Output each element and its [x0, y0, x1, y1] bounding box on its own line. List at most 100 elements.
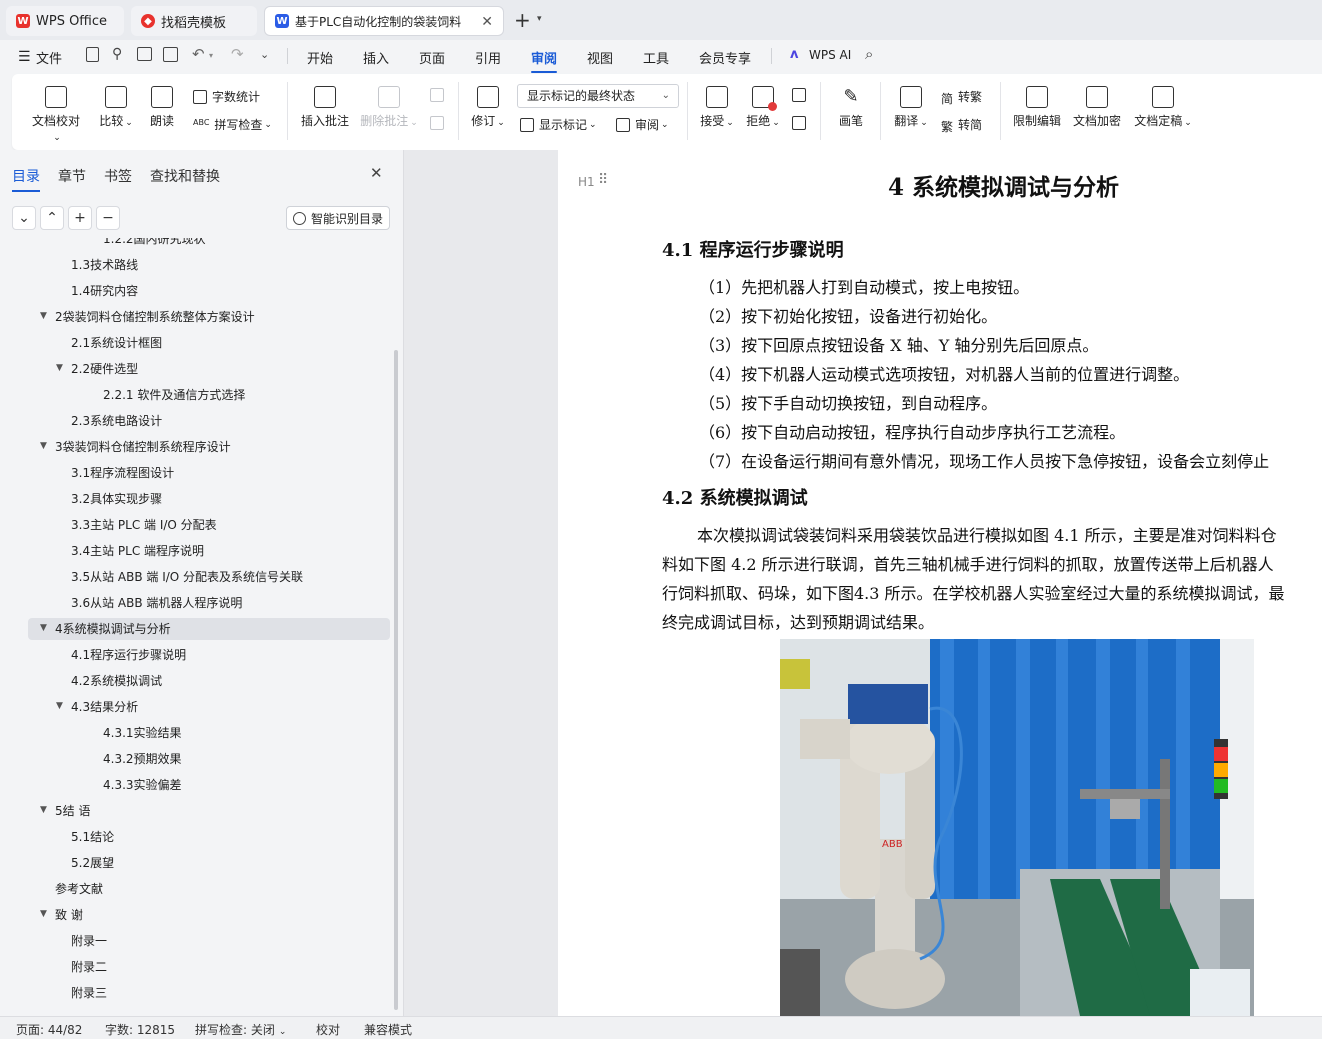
read-aloud-button[interactable]: 朗读: [148, 86, 176, 129]
more-chevron-icon[interactable]: ⌄: [260, 48, 269, 61]
search-icon[interactable]: ⌕: [865, 45, 873, 63]
toc-item[interactable]: 5.1结论: [71, 826, 114, 848]
toc-item[interactable]: 附录二: [71, 956, 107, 978]
toc-item[interactable]: 4.1程序运行步骤说明: [71, 644, 186, 666]
review-pane-button[interactable]: 审阅 ⌄: [616, 116, 669, 133]
smart-toc-button[interactable]: 智能识别目录: [286, 206, 390, 230]
toc-item[interactable]: 3袋装饲料仓储控制系统程序设计: [55, 436, 231, 458]
tab-wps-office[interactable]: W WPS Office: [6, 6, 124, 36]
toc-expand-toggle-icon[interactable]: ▼: [40, 909, 47, 919]
menu-view[interactable]: 视图: [587, 48, 613, 67]
menu-references[interactable]: 引用: [475, 48, 501, 67]
spell-check-status[interactable]: 拼写检查: 关闭 ⌄: [195, 1021, 286, 1038]
figure-robot-photo[interactable]: ABB: [780, 639, 1254, 1016]
heading-marker-icon[interactable]: H1: [578, 175, 595, 189]
translate-button[interactable]: 翻译 ⌄: [892, 86, 930, 129]
toc-item[interactable]: 4.3结果分析: [71, 696, 138, 718]
previous-change-button[interactable]: [792, 88, 811, 102]
redo-icon[interactable]: ↷: [231, 45, 244, 63]
toc-item[interactable]: 1.3技术路线: [71, 254, 138, 276]
reject-button[interactable]: 拒绝 ⌄: [744, 86, 782, 129]
spell-check-button[interactable]: ABC 拼写检查 ⌄: [193, 116, 272, 133]
toc-item[interactable]: 4.3.3实验偏差: [103, 774, 182, 796]
restrict-edit-button[interactable]: 限制编辑: [1012, 86, 1062, 129]
proof-status[interactable]: 校对: [316, 1021, 340, 1038]
toc-expand-toggle-icon[interactable]: ▼: [40, 311, 47, 321]
tab-current-document[interactable]: W 基于PLC自动化控制的袋装饲料 ✕: [264, 6, 504, 36]
toc-item[interactable]: 2.2硬件选型: [71, 358, 138, 380]
toc-item[interactable]: 5结 语: [55, 800, 90, 822]
encrypt-button[interactable]: 文档加密: [1072, 86, 1122, 129]
menu-tools[interactable]: 工具: [643, 48, 669, 67]
toc-expand-toggle-icon[interactable]: ▼: [56, 363, 63, 373]
to-simplified-button[interactable]: 繁 转简: [941, 116, 982, 134]
nav-tab-toc[interactable]: 目录: [12, 166, 40, 192]
next-change-button[interactable]: [792, 116, 811, 130]
to-traditional-button[interactable]: 简 转繁: [941, 88, 982, 106]
markup-state-select[interactable]: 显示标记的最终状态 ⌄: [517, 84, 679, 108]
toc-item[interactable]: 参考文献: [55, 878, 103, 900]
toc-item[interactable]: 1.2.2国内研究现状: [103, 238, 206, 250]
toc-expand-toggle-icon[interactable]: ▼: [40, 623, 47, 633]
collapse-up-button[interactable]: ⌃: [40, 206, 64, 230]
toc-item[interactable]: 附录一: [71, 930, 107, 952]
menu-member[interactable]: 会员专享: [699, 48, 751, 67]
pen-button[interactable]: ✎ 画笔: [834, 86, 868, 129]
menu-home[interactable]: 开始: [307, 48, 333, 67]
compare-button[interactable]: 比较 ⌄: [96, 86, 136, 129]
show-markup-button[interactable]: 显示标记 ⌄: [520, 116, 597, 133]
add-heading-button[interactable]: +: [68, 206, 92, 230]
toc-expand-toggle-icon[interactable]: ▼: [40, 805, 47, 815]
print-icon[interactable]: [137, 47, 152, 61]
toc-item[interactable]: 2.2.1 软件及通信方式选择: [103, 384, 245, 406]
nav-scrollbar[interactable]: [394, 350, 398, 1010]
save-icon[interactable]: [86, 47, 99, 62]
toc-item[interactable]: 5.2展望: [71, 852, 114, 874]
toc-item[interactable]: 2袋装饲料仓储控制系统整体方案设计: [55, 306, 255, 328]
finalize-button[interactable]: 文档定稿 ⌄: [1132, 86, 1194, 129]
toc-item[interactable]: 2.3系统电路设计: [71, 410, 162, 432]
nav-tab-find-replace[interactable]: 查找和替换: [150, 166, 220, 186]
undo-icon[interactable]: ↶: [192, 45, 205, 63]
toc-item[interactable]: 4.3.1实验结果: [103, 722, 182, 744]
insert-comment-button[interactable]: 插入批注: [298, 86, 352, 129]
toc-item[interactable]: 致 谢: [55, 904, 83, 926]
close-tab-icon[interactable]: ✕: [481, 14, 493, 30]
doc-proof-button[interactable]: 文档校对⌄: [28, 86, 84, 143]
menu-file[interactable]: 文件: [36, 48, 62, 67]
nav-tab-bookmarks[interactable]: 书签: [104, 166, 132, 186]
menu-review[interactable]: 审阅: [531, 48, 558, 73]
accept-button[interactable]: 接受 ⌄: [698, 86, 736, 129]
revise-button[interactable]: 修订 ⌄: [469, 86, 507, 129]
hamburger-icon[interactable]: ☰: [18, 49, 31, 65]
share-icon[interactable]: ⚲: [112, 46, 122, 62]
drag-handle-icon[interactable]: ⠿: [598, 172, 608, 188]
menu-wps-ai[interactable]: WPS AI: [809, 48, 851, 62]
menu-page[interactable]: 页面: [419, 48, 445, 67]
document-page[interactable]: H1 ⠿ 4 系统模拟调试与分析 4.1 程序运行步骤说明 （1）先把机器人打到…: [558, 150, 1322, 1016]
toc-item[interactable]: 3.2具体实现步骤: [71, 488, 162, 510]
menu-insert[interactable]: 插入: [363, 48, 389, 67]
toc-item[interactable]: 3.3主站 PLC 端 I/O 分配表: [71, 514, 217, 536]
word-count-button[interactable]: 字数统计: [193, 88, 260, 105]
toc-item[interactable]: 4.2系统模拟调试: [71, 670, 162, 692]
expand-down-button[interactable]: ⌄: [12, 206, 36, 230]
toc-expand-toggle-icon[interactable]: ▼: [56, 701, 63, 711]
delete-comment-button[interactable]: 删除批注 ⌄: [358, 86, 420, 129]
toc-item[interactable]: 附录三: [71, 982, 107, 1004]
page-indicator[interactable]: 页面: 44/82: [16, 1021, 82, 1038]
toc-item[interactable]: 1.4研究内容: [71, 280, 138, 302]
previous-comment-button[interactable]: [430, 88, 449, 102]
nav-tab-chapters[interactable]: 章节: [58, 166, 86, 186]
toc-item[interactable]: 3.6从站 ABB 端机器人程序说明: [71, 592, 242, 614]
tab-list-chevron-icon[interactable]: ▾: [537, 14, 542, 24]
toc-item[interactable]: 3.5从站 ABB 端 I/O 分配表及系统信号关联: [71, 566, 303, 588]
toc-item[interactable]: 4.3.2预期效果: [103, 748, 182, 770]
remove-heading-button[interactable]: −: [96, 206, 120, 230]
tab-docer[interactable]: ◆ 找稻壳模板: [131, 6, 257, 36]
toc-item[interactable]: 3.4主站 PLC 端程序说明: [71, 540, 204, 562]
word-count-indicator[interactable]: 字数: 12815: [105, 1021, 175, 1038]
toc-item[interactable]: 4系统模拟调试与分析: [55, 618, 171, 640]
next-comment-button[interactable]: [430, 116, 449, 130]
new-tab-icon[interactable]: +: [514, 8, 531, 32]
